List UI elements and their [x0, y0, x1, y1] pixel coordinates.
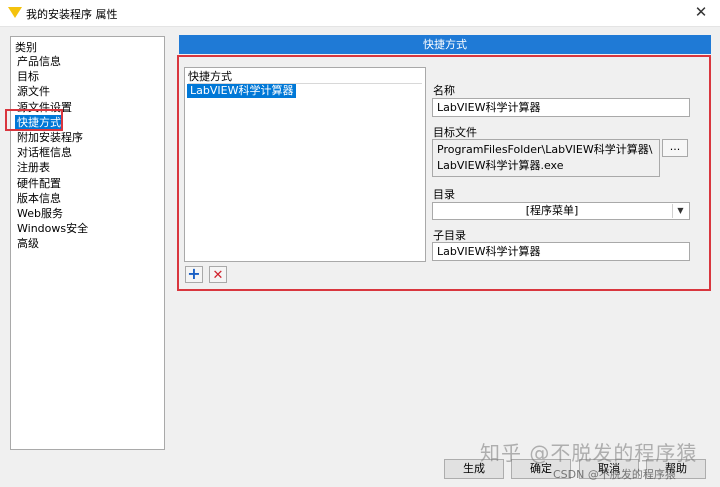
target-file-label: 目标文件	[433, 126, 477, 139]
add-shortcut-button[interactable]: +	[185, 266, 203, 283]
category-item-registry[interactable]: 注册表	[15, 160, 90, 175]
category-header: 类别	[15, 41, 37, 54]
directory-label: 目录	[433, 188, 455, 201]
name-label: 名称	[433, 84, 455, 97]
labview-app-icon	[8, 7, 22, 18]
shortcut-list-header: 快捷方式	[188, 70, 422, 84]
shortcut-listbox[interactable]: 快捷方式 LabVIEW科学计算器	[184, 67, 426, 262]
shortcut-list-item[interactable]: LabVIEW科学计算器	[187, 84, 297, 98]
category-item-product-info[interactable]: 产品信息	[15, 54, 90, 69]
category-list: 产品信息 目标 源文件 源文件设置 快捷方式 附加安装程序 对话框信息 注册表 …	[15, 54, 90, 251]
category-item-advanced[interactable]: 高级	[15, 236, 90, 251]
csdn-watermark: CSDN @不脱发的程序猿	[553, 468, 676, 481]
target-file-path-line2: LabVIEW科学计算器.exe	[437, 159, 564, 172]
delete-shortcut-button[interactable]: ✕	[209, 266, 227, 283]
browse-button[interactable]: ...	[662, 139, 688, 157]
category-item-web-services[interactable]: Web服务	[15, 206, 90, 221]
directory-dropdown[interactable]: [程序菜单] ▼	[432, 202, 690, 220]
name-field[interactable]: LabVIEW科学计算器	[432, 98, 690, 117]
category-item-hardware-config[interactable]: 硬件配置	[15, 176, 90, 191]
chevron-down-icon[interactable]: ▼	[672, 204, 688, 218]
directory-selected-value: [程序菜单]	[525, 204, 579, 217]
category-item-source-files[interactable]: 源文件	[15, 84, 90, 99]
window-title: 我的安装程序 属性	[26, 8, 118, 21]
highlight-box-shortcuts	[5, 109, 63, 131]
target-file-field[interactable]: ProgramFilesFolder\LabVIEW科学计算器\ LabVIEW…	[432, 139, 660, 177]
category-item-dialog-info[interactable]: 对话框信息	[15, 145, 90, 160]
category-item-windows-security[interactable]: Windows安全	[15, 221, 90, 236]
target-file-path-line1: ProgramFilesFolder\LabVIEW科学计算器\	[437, 143, 653, 156]
subdirectory-field[interactable]: LabVIEW科学计算器	[432, 242, 690, 261]
zhihu-watermark: 知乎 @不脱发的程序猿	[480, 441, 698, 465]
title-bar: 我的安装程序 属性 ✕	[0, 0, 720, 27]
section-title: 快捷方式	[179, 35, 711, 54]
category-panel: 类别 产品信息 目标 源文件 源文件设置 快捷方式 附加安装程序 对话框信息 注…	[10, 36, 165, 450]
plus-icon: +	[187, 264, 201, 283]
category-item-additional-installers[interactable]: 附加安装程序	[15, 130, 90, 145]
category-item-destination[interactable]: 目标	[15, 69, 90, 84]
subdirectory-label: 子目录	[433, 229, 466, 242]
close-button[interactable]: ✕	[690, 2, 712, 22]
category-item-version-info[interactable]: 版本信息	[15, 191, 90, 206]
delete-x-icon: ✕	[212, 268, 224, 283]
